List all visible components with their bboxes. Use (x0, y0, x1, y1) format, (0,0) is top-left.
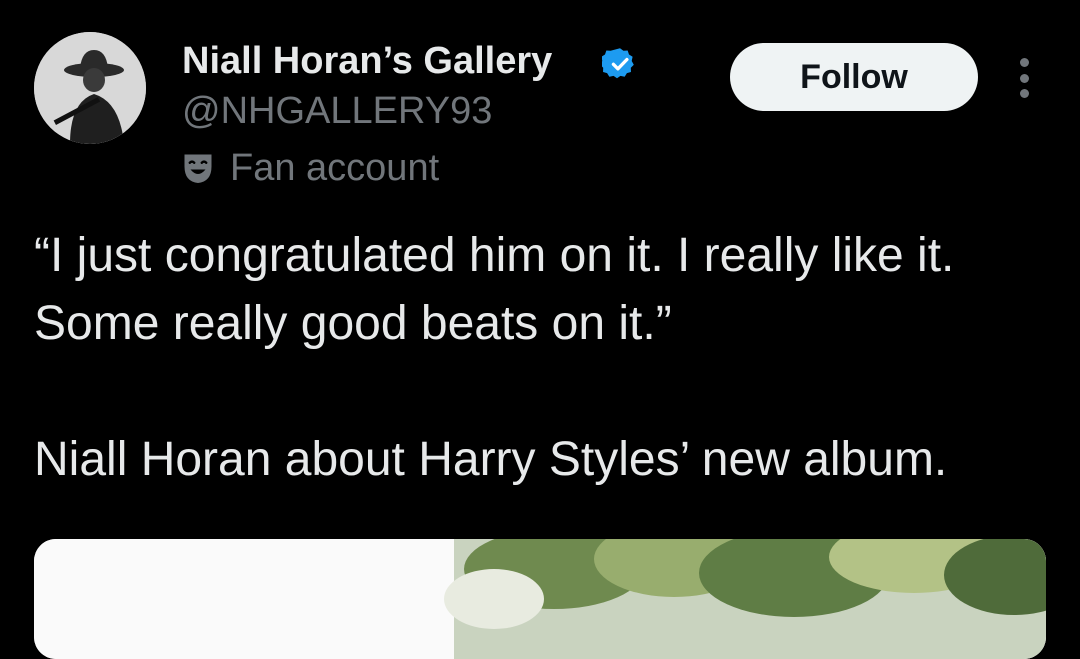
tweet-caption: Niall Horan about Harry Styles’ new albu… (34, 433, 948, 486)
more-dot (1019, 73, 1029, 83)
tweet-text: “I just congratulated him on it. I reall… (34, 222, 1054, 494)
account-label-text: Fan account (230, 146, 440, 189)
account-handle[interactable]: @NHGALLERY93 (182, 90, 492, 133)
account-label: Fan account (180, 146, 439, 190)
follow-button[interactable]: Follow (730, 43, 978, 111)
avatar[interactable] (34, 32, 146, 144)
media-image (34, 539, 1046, 659)
more-dot (1019, 58, 1029, 67)
tweet-quote: “I just congratulated him on it. I reall… (34, 229, 955, 350)
verified-badge-icon (602, 48, 634, 79)
theater-mask-icon (184, 154, 212, 183)
avatar-image (34, 32, 146, 144)
tweet-media[interactable] (34, 539, 1046, 659)
more-options-icon[interactable] (1008, 58, 1040, 98)
more-dot (1019, 89, 1029, 98)
display-name[interactable]: Niall Horan’s Gallery (182, 40, 552, 83)
